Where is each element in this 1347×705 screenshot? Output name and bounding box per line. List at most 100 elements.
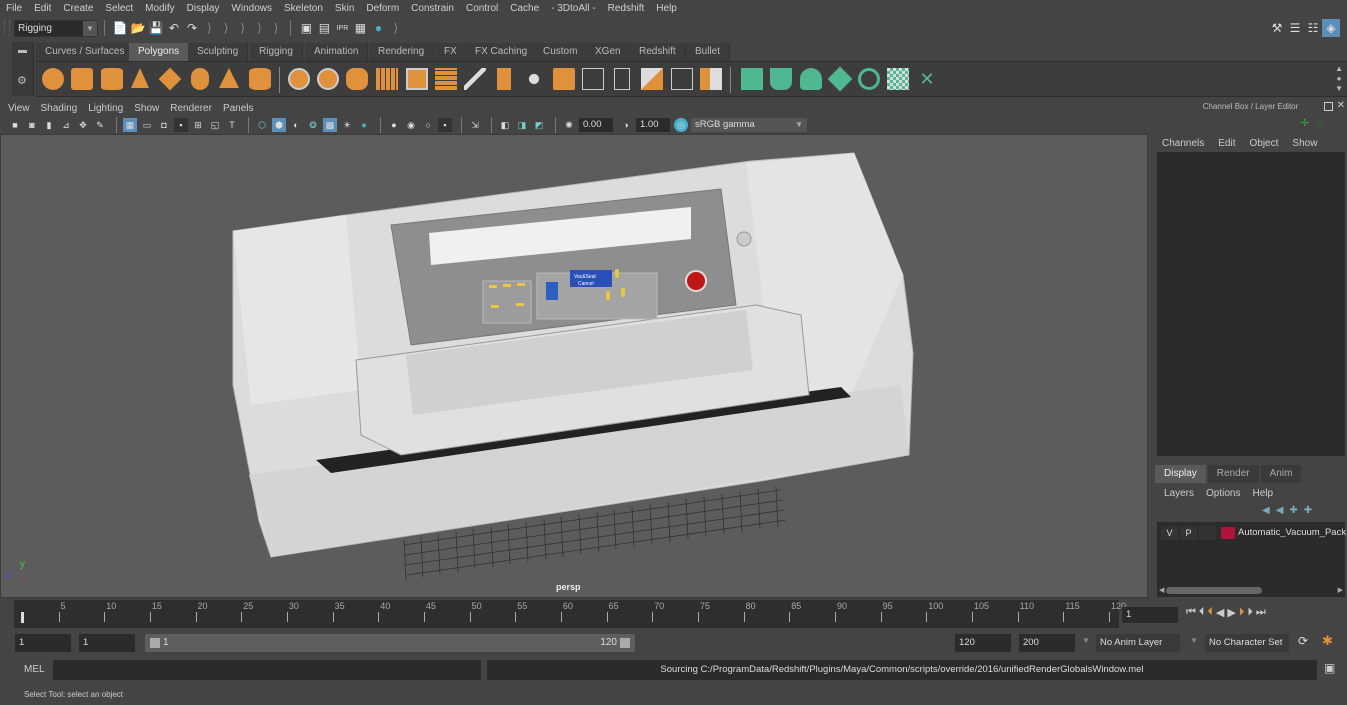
save-scene-icon[interactable]: 💾 [147,19,165,37]
new-scene-icon[interactable]: 📄 [111,19,129,37]
go-to-end-icon[interactable]: ⏭ [1256,606,1266,619]
default-material-icon[interactable]: ◐ [289,118,303,132]
smooth-shade-icon[interactable]: ⬢ [272,118,286,132]
range-start-handle[interactable] [150,638,160,648]
anti-aliasing-icon[interactable]: ○ [421,118,435,132]
xray-components-icon[interactable]: ◩ [532,118,546,132]
panel-menu-renderer[interactable]: Renderer [170,103,212,114]
layer-color-swatch[interactable] [1221,526,1235,539]
2d-pan-zoom-icon[interactable]: ✥ [76,118,90,132]
menu-deform[interactable]: Deform [366,3,399,14]
bookmark-icon[interactable]: ▮ [42,118,56,132]
cb-menu-channels[interactable]: Channels [1162,138,1204,152]
poly-cylinder-icon[interactable] [101,68,123,90]
wireframe-icon[interactable]: ⬡ [255,118,269,132]
poly-pyramid-icon[interactable] [219,68,239,88]
auto-key-icon[interactable]: ⟳ [1298,634,1308,648]
panel-menu-view[interactable]: View [8,103,30,114]
panel-menu-shading[interactable]: Shading [41,103,78,114]
uv-editor-icon[interactable] [887,68,909,90]
camera-attributes-icon[interactable]: ◙ [25,118,39,132]
menu-control[interactable]: Control [466,3,498,14]
motion-blur-icon[interactable]: ◉ [404,118,418,132]
scroll-left-icon[interactable]: ◀ [1159,586,1164,594]
image-plane-icon[interactable]: ⊿ [59,118,73,132]
menuset-selector[interactable]: Rigging ▼ [14,19,98,37]
planar-uv-icon[interactable] [741,68,763,90]
menu-file[interactable]: File [6,3,22,14]
mirror-icon[interactable] [346,68,368,90]
shelf-tab-rendering[interactable]: Rendering [369,43,435,61]
poly-torus-icon[interactable] [191,68,209,90]
current-frame-field[interactable]: 1 [1122,607,1178,623]
gamma-field[interactable]: 1.00 [636,118,670,132]
tool-settings-icon[interactable]: ☷ [1304,19,1322,37]
xray-icon[interactable]: ◧ [498,118,512,132]
scroll-right-icon[interactable]: ▶ [1338,586,1343,594]
field-chart-icon[interactable]: ⊞ [191,118,205,132]
append-poly-icon[interactable] [700,68,722,90]
cb-menu-object[interactable]: Object [1250,138,1279,152]
step-forward-key-icon[interactable]: ⏵ [1247,606,1253,619]
menu-edit[interactable]: Edit [34,3,51,14]
smooth-icon[interactable] [376,68,398,90]
collapse-arrow-icon[interactable]: ⟩ [393,21,398,35]
shelf-tab-curves-surfaces[interactable]: Curves / Surfaces [36,43,135,61]
target-weld-icon[interactable] [641,68,663,90]
automatic-uv-icon[interactable] [827,66,853,92]
menu-modify[interactable]: Modify [145,3,174,14]
move-layer-up-icon[interactable]: ◀ [1262,505,1270,516]
render-sequence-icon[interactable]: ▤ [315,19,333,37]
attribute-editor-icon[interactable]: ☰ [1286,19,1304,37]
scene-end-field[interactable]: 200 [1019,634,1075,652]
bevel-icon[interactable] [497,68,511,90]
range-end-handle[interactable] [620,638,630,648]
layer-visibility-toggle[interactable]: V [1161,525,1178,540]
layer-row[interactable]: V P Automatic_Vacuum_Pack [1161,525,1346,540]
layer-name[interactable]: Automatic_Vacuum_Pack [1238,527,1346,538]
poly-sphere-icon[interactable] [42,68,64,90]
step-forward-frame-icon[interactable]: ⏵ [1239,606,1245,619]
range-slider[interactable]: 1 120 [145,634,635,652]
render-settings-icon[interactable]: ▦ [351,19,369,37]
layer-menu-options[interactable]: Options [1206,488,1240,499]
menu-help[interactable]: Help [656,3,677,14]
time-slider[interactable]: 5 10 15 20 25 30 35 40 45 50 55 60 65 70 75 80 85 90 95 100… [14,600,1126,628]
redo-icon[interactable]: ↷ [183,19,201,37]
cylindrical-uv-icon[interactable] [770,68,792,90]
isolate-select-icon[interactable]: ⇲ [468,118,482,132]
exposure-icon[interactable]: ✺ [562,118,576,132]
character-set-dropdown[interactable]: No Character Set [1205,634,1289,652]
separate-icon[interactable] [317,68,339,90]
bool-icon[interactable] [553,68,575,90]
speed-icon[interactable]: ◎ [1316,118,1325,129]
exposure-field[interactable]: 0.00 [579,118,613,132]
multi-cut-icon[interactable] [464,68,486,90]
playback-end-field[interactable]: 120 [955,634,1011,652]
gate-mask-icon[interactable]: ▪ [174,118,188,132]
shelf-tab-polygons[interactable]: Polygons [129,43,190,61]
channel-box-icon[interactable]: ◈ [1322,19,1340,37]
collapse-arrow-icon[interactable]: ⟩ [207,21,212,35]
film-gate-icon[interactable]: ▭ [140,118,154,132]
safe-action-icon[interactable]: ◱ [208,118,222,132]
viewport-persp[interactable]: Vac&Seal Cancel y z ↓ persp [0,134,1148,598]
menu-3dtoall[interactable]: - 3DtoAll - [551,3,595,14]
layer-tab-render[interactable]: Render [1207,465,1259,483]
step-back-key-icon[interactable]: ⏴ [1199,606,1205,619]
collapse-arrow-icon[interactable]: ⟩ [240,21,245,35]
command-input[interactable] [53,660,481,680]
play-forward-icon[interactable]: ▶ [1227,606,1235,619]
shelf-tab-bullet[interactable]: Bullet [686,43,731,61]
menu-create[interactable]: Create [63,3,93,14]
shelf-tab-rigging[interactable]: Rigging [250,43,303,61]
cut-uv-icon[interactable]: ✕ [916,68,938,90]
layer-menu-layers[interactable]: Layers [1164,488,1194,499]
playback-start-field[interactable]: 1 [79,634,135,652]
layer-hscrollbar[interactable]: ◀ ▶ [1157,585,1345,595]
grid-icon[interactable]: ▦ [123,118,137,132]
scene-start-field[interactable]: 1 [15,634,71,652]
open-scene-icon[interactable]: 📂 [129,19,147,37]
screen-space-ao-icon[interactable]: ● [387,118,401,132]
render-frame-icon[interactable]: ▣ [297,19,315,37]
